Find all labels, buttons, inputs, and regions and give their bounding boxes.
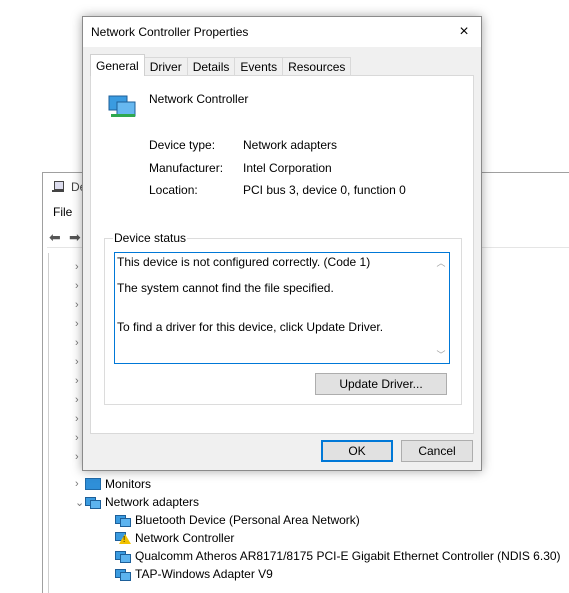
tab-general[interactable]: General xyxy=(90,54,145,76)
location-label: Location: xyxy=(149,183,198,197)
tree-item-network-adapters[interactable]: ⌄ Network adapters xyxy=(75,493,199,511)
network-adapter-icon xyxy=(115,514,131,527)
manufacturer-label: Manufacturer: xyxy=(149,161,224,175)
device-status-legend: Device status xyxy=(113,231,188,245)
status-line: The system cannot find the file specifie… xyxy=(117,281,334,295)
tab-driver[interactable]: Driver xyxy=(143,57,188,76)
device-name: Network Controller xyxy=(149,92,249,106)
network-adapter-icon xyxy=(108,95,136,117)
update-driver-button[interactable]: Update Driver... xyxy=(315,373,447,395)
back-arrow-icon[interactable]: ⬅ xyxy=(49,230,65,244)
tree-item-label: Monitors xyxy=(105,477,152,491)
tree-item-monitors[interactable]: › Monitors xyxy=(75,475,151,493)
device-manager-icon xyxy=(51,180,65,194)
network-adapter-icon xyxy=(85,496,101,509)
tab-resources[interactable]: Resources xyxy=(282,57,352,76)
ok-button[interactable]: OK xyxy=(321,440,393,462)
tree-item-label: Bluetooth Device (Personal Area Network) xyxy=(135,513,360,527)
device-status-textbox[interactable]: This device is not configured correctly.… xyxy=(114,252,450,364)
monitor-icon xyxy=(85,478,101,490)
device-status-group: Device status This device is not configu… xyxy=(104,231,462,405)
dialog-title: Network Controller Properties xyxy=(91,25,249,39)
cancel-button[interactable]: Cancel xyxy=(401,440,473,462)
status-line: To find a driver for this device, click … xyxy=(117,320,384,334)
scroll-up-icon[interactable]: ︿ xyxy=(433,255,449,269)
tab-events[interactable]: Events xyxy=(234,57,284,76)
properties-dialog: Network Controller Properties × General … xyxy=(82,16,482,471)
tab-details[interactable]: Details xyxy=(186,57,236,76)
tree-item-label: Network adapters xyxy=(105,495,200,509)
chevron-down-icon[interactable]: ⌄ xyxy=(75,496,85,509)
manufacturer-value: Intel Corporation xyxy=(243,161,332,175)
tree-item-tap[interactable]: TAP-Windows Adapter V9 xyxy=(115,565,273,583)
warning-icon xyxy=(115,532,131,544)
tree-item-label: Qualcomm Atheros AR8171/8175 PCI-E Gigab… xyxy=(135,549,561,563)
menu-file[interactable]: File xyxy=(53,205,72,219)
device-type-label: Device type: xyxy=(149,138,216,152)
chevron-right-icon[interactable]: › xyxy=(75,478,85,490)
general-tab-page: Network Controller Device type: Network … xyxy=(90,75,474,434)
device-type-value: Network adapters xyxy=(243,138,338,152)
dialog-titlebar[interactable]: Network Controller Properties × xyxy=(83,17,481,47)
network-adapter-icon xyxy=(115,550,131,563)
status-line: This device is not configured correctly.… xyxy=(117,255,371,269)
tree-item-qualcomm[interactable]: Qualcomm Atheros AR8171/8175 PCI-E Gigab… xyxy=(115,547,561,565)
scroll-down-icon[interactable]: ﹀ xyxy=(433,347,449,361)
tree-item-network-controller[interactable]: Network Controller xyxy=(115,529,234,547)
tree-item-label: Network Controller xyxy=(135,531,235,545)
network-adapter-icon xyxy=(115,568,131,581)
location-value: PCI bus 3, device 0, function 0 xyxy=(243,183,406,197)
vertical-scrollbar[interactable]: ︿ ﹀ xyxy=(433,253,449,363)
tree-item-bluetooth[interactable]: Bluetooth Device (Personal Area Network) xyxy=(115,511,360,529)
tree-item-label: TAP-Windows Adapter V9 xyxy=(135,567,273,581)
close-icon[interactable]: × xyxy=(447,17,481,47)
tab-strip: General Driver Details Events Resources xyxy=(90,54,352,76)
